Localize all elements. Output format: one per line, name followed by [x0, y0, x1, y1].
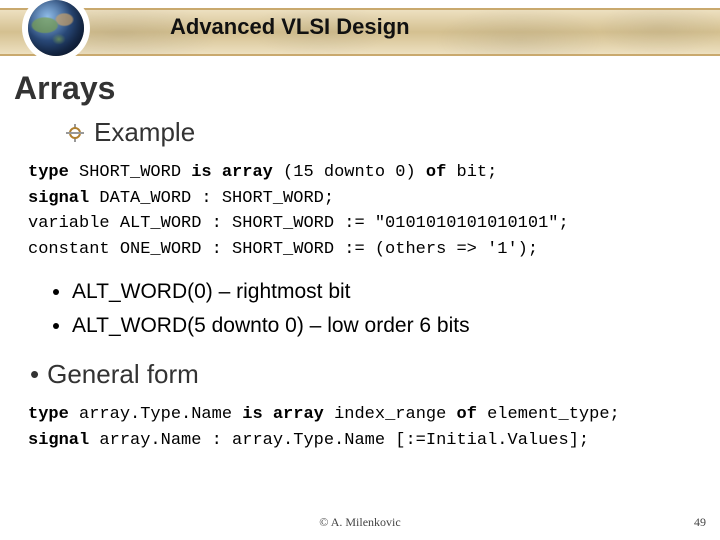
kw-of: of — [457, 405, 477, 424]
kw-type: type — [28, 163, 69, 182]
globe-icon — [28, 0, 84, 56]
kw-of: of — [426, 163, 446, 182]
code-text: SHORT_WORD — [69, 163, 191, 182]
example-bullets: ALT_WORD(0) – rightmost bit ALT_WORD(5 d… — [72, 276, 706, 341]
list-item: ALT_WORD(0) – rightmost bit — [72, 276, 706, 308]
code-text: variable ALT_WORD : SHORT_WORD := "01010… — [28, 214, 569, 233]
slide-content: Arrays Example type SHORT_WORD is array … — [0, 60, 720, 453]
code-general-block: type array.Type.Name is array index_rang… — [28, 402, 706, 453]
subheading-row: Example — [66, 117, 706, 148]
kw-is-array: is array — [191, 163, 273, 182]
code-text: array.Name : array.Type.Name [:=Initial.… — [89, 431, 589, 450]
code-text: (15 downto 0) — [273, 163, 426, 182]
code-text: array.Type.Name — [69, 405, 242, 424]
code-text: DATA_WORD : SHORT_WORD; — [89, 189, 334, 208]
kw-is-array: is array — [242, 405, 324, 424]
code-example-block: type SHORT_WORD is array (15 downto 0) o… — [28, 160, 706, 262]
kw-signal: signal — [28, 431, 89, 450]
header-bar: Advanced VLSI Design — [0, 0, 720, 60]
code-text: element_type; — [477, 405, 620, 424]
general-form-label: General form — [47, 359, 199, 389]
footer-page-number: 49 — [694, 515, 706, 530]
kw-signal: signal — [28, 189, 89, 208]
list-item: ALT_WORD(5 downto 0) – low order 6 bits — [72, 310, 706, 342]
code-text: index_range — [324, 405, 457, 424]
kw-type: type — [28, 405, 69, 424]
bullet-dot-icon: • — [30, 359, 39, 389]
footer-author: © A. Milenkovic — [0, 515, 720, 530]
general-form-heading: • General form — [30, 359, 706, 390]
subheading-example: Example — [94, 117, 195, 148]
code-text: constant ONE_WORD : SHORT_WORD := (other… — [28, 240, 538, 259]
code-text: bit; — [446, 163, 497, 182]
header-title: Advanced VLSI Design — [170, 14, 410, 40]
page-title: Arrays — [14, 70, 706, 107]
crosshair-bullet-icon — [66, 124, 84, 142]
